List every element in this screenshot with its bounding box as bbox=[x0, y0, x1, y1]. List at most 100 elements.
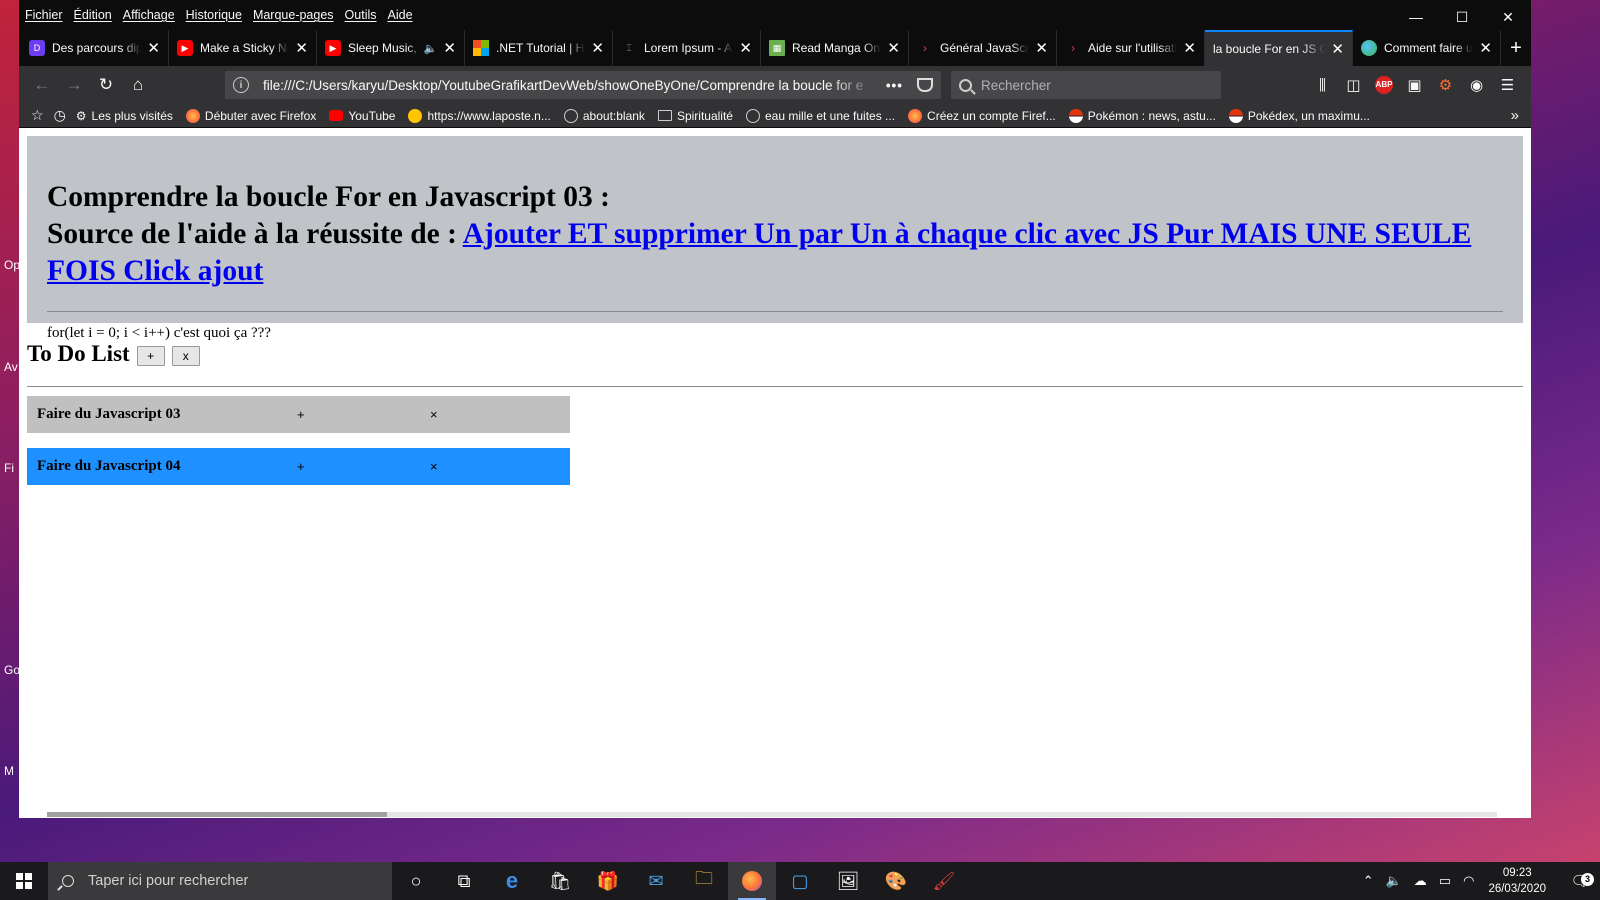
paint-icon[interactable]: 🎨 bbox=[872, 862, 920, 900]
taskbar-search[interactable]: Taper ici pour rechercher bbox=[48, 862, 392, 900]
bookmark-item[interactable]: ⚙ Les plus visités bbox=[76, 109, 173, 123]
tab[interactable]: ▶ Sleep Music, S 🔈 ✕ bbox=[317, 30, 465, 66]
desktop-label[interactable]: Go bbox=[4, 663, 20, 677]
item-delete-button[interactable]: × bbox=[430, 407, 438, 422]
list-item: Faire du Javascript 03 + × bbox=[27, 396, 570, 433]
history-icon[interactable]: ◷ bbox=[54, 107, 66, 124]
wifi-icon[interactable]: ◠ bbox=[1463, 873, 1474, 889]
back-icon[interactable]: ← bbox=[27, 70, 57, 100]
desktop-label[interactable]: M bbox=[4, 764, 14, 778]
menu-historique[interactable]: Historique bbox=[186, 8, 242, 22]
more-bookmarks-icon[interactable]: » bbox=[1511, 107, 1519, 124]
close-tab-icon[interactable]: ✕ bbox=[443, 39, 456, 57]
close-tab-icon[interactable]: ✕ bbox=[739, 39, 752, 57]
extension-orange-icon[interactable]: ⚙ bbox=[1430, 76, 1461, 94]
menu-fichier[interactable]: Fichier bbox=[25, 8, 63, 22]
bookmark-item[interactable]: Pokédex, un maximu... bbox=[1228, 108, 1370, 123]
chevron-up-icon[interactable]: ⌃ bbox=[1363, 873, 1374, 889]
url-bar[interactable]: i file:///C:/Users/karyu/Desktop/Youtube… bbox=[225, 71, 941, 99]
tab[interactable]: .NET Tutorial | He ✕ bbox=[465, 30, 613, 66]
search-placeholder[interactable]: Rechercher bbox=[981, 78, 1051, 93]
close-tab-icon[interactable]: ✕ bbox=[1479, 39, 1492, 57]
adblock-icon[interactable]: ABP bbox=[1375, 76, 1393, 94]
tab[interactable]: › Général JavaScrip ✕ bbox=[909, 30, 1057, 66]
maximize-button[interactable]: ☐ bbox=[1439, 0, 1485, 34]
new-tab-button[interactable]: + bbox=[1501, 30, 1531, 66]
menu-outils[interactable]: Outils bbox=[345, 8, 377, 22]
volume-icon[interactable]: 🔈 bbox=[1386, 873, 1402, 889]
library-icon[interactable]: ⫼ bbox=[1307, 77, 1338, 94]
close-window-button[interactable]: ✕ bbox=[1485, 0, 1531, 34]
edge-icon[interactable]: e bbox=[488, 862, 536, 900]
close-tab-icon[interactable]: ✕ bbox=[1183, 39, 1196, 57]
tab-active[interactable]: la boucle For en JS 03 ✕ bbox=[1205, 30, 1353, 66]
close-tab-icon[interactable]: ✕ bbox=[591, 39, 604, 57]
search-bar[interactable]: Rechercher bbox=[951, 71, 1221, 99]
bookmark-item[interactable]: YouTube bbox=[329, 109, 395, 123]
bookmark-item[interactable]: Débuter avec Firefox bbox=[185, 108, 316, 123]
menu-aide[interactable]: Aide bbox=[388, 8, 413, 22]
reload-icon[interactable]: ↻ bbox=[91, 70, 121, 100]
firefox-icon[interactable] bbox=[728, 862, 776, 900]
url-text[interactable]: file:///C:/Users/karyu/Desktop/YoutubeGr… bbox=[263, 78, 878, 93]
tab[interactable]: Comment faire u ✕ bbox=[1353, 30, 1501, 66]
extension-icon[interactable]: ▣ bbox=[1399, 76, 1430, 94]
sidebar-icon[interactable]: ◫ bbox=[1338, 76, 1369, 94]
item-delete-button[interactable]: × bbox=[430, 459, 438, 474]
clock[interactable]: 09:23 26/03/2020 bbox=[1488, 865, 1546, 897]
item-plus-button[interactable]: + bbox=[297, 459, 430, 474]
gift-icon[interactable]: 🎁 bbox=[584, 862, 632, 900]
item-plus-button[interactable]: + bbox=[297, 407, 430, 422]
store-icon[interactable]: 🛍 bbox=[536, 862, 584, 900]
account-icon[interactable]: ◉ bbox=[1461, 76, 1492, 94]
minimize-button[interactable]: — bbox=[1393, 0, 1439, 34]
paint3d-icon[interactable]: 🖌 bbox=[920, 862, 968, 900]
tab[interactable]: ▦ Read Manga Onli ✕ bbox=[761, 30, 909, 66]
bookmark-item[interactable]: Spiritualité bbox=[657, 109, 733, 123]
scrollbar-thumb[interactable] bbox=[47, 812, 387, 817]
taskbar-search-placeholder[interactable]: Taper ici pour rechercher bbox=[88, 873, 248, 889]
bookmark-item[interactable]: Pokémon : news, astu... bbox=[1068, 108, 1216, 123]
desktop-label[interactable]: Av bbox=[4, 360, 18, 374]
battery-icon[interactable]: ▭ bbox=[1439, 873, 1451, 889]
desktop-label[interactable]: Fi bbox=[4, 461, 14, 475]
bookmark-item[interactable]: https://www.laposte.n... bbox=[408, 108, 551, 123]
desktop-label[interactable]: Op bbox=[4, 258, 20, 272]
mail-icon[interactable]: ✉ bbox=[632, 862, 680, 900]
tab[interactable]: ⌶ Lorem Ipsum - Al ✕ bbox=[613, 30, 761, 66]
bookmark-item[interactable]: Créez un compte Firef... bbox=[908, 108, 1056, 123]
close-tab-icon[interactable]: ✕ bbox=[1331, 40, 1344, 58]
page-actions-icon[interactable]: ••• bbox=[886, 78, 903, 93]
speaker-icon[interactable]: 🔈 bbox=[424, 42, 438, 55]
tab[interactable]: ▶ Make a Sticky Na ✕ bbox=[169, 30, 317, 66]
menu-marque-pages[interactable]: Marque-pages bbox=[253, 8, 334, 22]
close-tab-icon[interactable]: ✕ bbox=[295, 39, 308, 57]
close-tab-icon[interactable]: ✕ bbox=[147, 39, 160, 57]
photos-icon[interactable]: 🖼 bbox=[824, 862, 872, 900]
app-icon[interactable]: ▢ bbox=[776, 862, 824, 900]
forward-icon[interactable]: → bbox=[59, 70, 89, 100]
onedrive-icon[interactable]: ☁ bbox=[1414, 873, 1427, 889]
cortana-icon[interactable]: ○ bbox=[392, 862, 440, 900]
menu-edition[interactable]: Édition bbox=[74, 8, 112, 22]
pocket-icon[interactable] bbox=[917, 78, 933, 92]
tab[interactable]: › Aide sur l'utilisati ✕ bbox=[1057, 30, 1205, 66]
start-button[interactable] bbox=[0, 862, 48, 900]
add-button[interactable]: + bbox=[136, 346, 165, 366]
close-tab-icon[interactable]: ✕ bbox=[1035, 39, 1048, 57]
remove-button[interactable]: x bbox=[171, 346, 200, 366]
star-icon[interactable]: ☆ bbox=[31, 107, 44, 124]
close-tab-icon[interactable]: ✕ bbox=[887, 39, 900, 57]
tab[interactable]: D Des parcours dipl ✕ bbox=[21, 30, 169, 66]
hamburger-menu-icon[interactable]: ☰ bbox=[1492, 76, 1523, 94]
info-icon[interactable]: i bbox=[233, 77, 249, 93]
task-view-icon[interactable]: ⧉ bbox=[440, 862, 488, 900]
bookmark-item[interactable]: about:blank bbox=[563, 108, 645, 123]
bookmark-item[interactable]: eau mille et une fuites ... bbox=[745, 108, 895, 123]
clock-time: 09:23 bbox=[1502, 867, 1532, 879]
home-icon[interactable]: ⌂ bbox=[123, 70, 153, 100]
notification-center-icon[interactable]: 🗨 3 bbox=[1560, 872, 1600, 890]
menu-affichage[interactable]: Affichage bbox=[123, 8, 175, 22]
file-explorer-icon[interactable]: 🗀 bbox=[680, 862, 728, 900]
horizontal-scrollbar[interactable] bbox=[47, 812, 1497, 817]
